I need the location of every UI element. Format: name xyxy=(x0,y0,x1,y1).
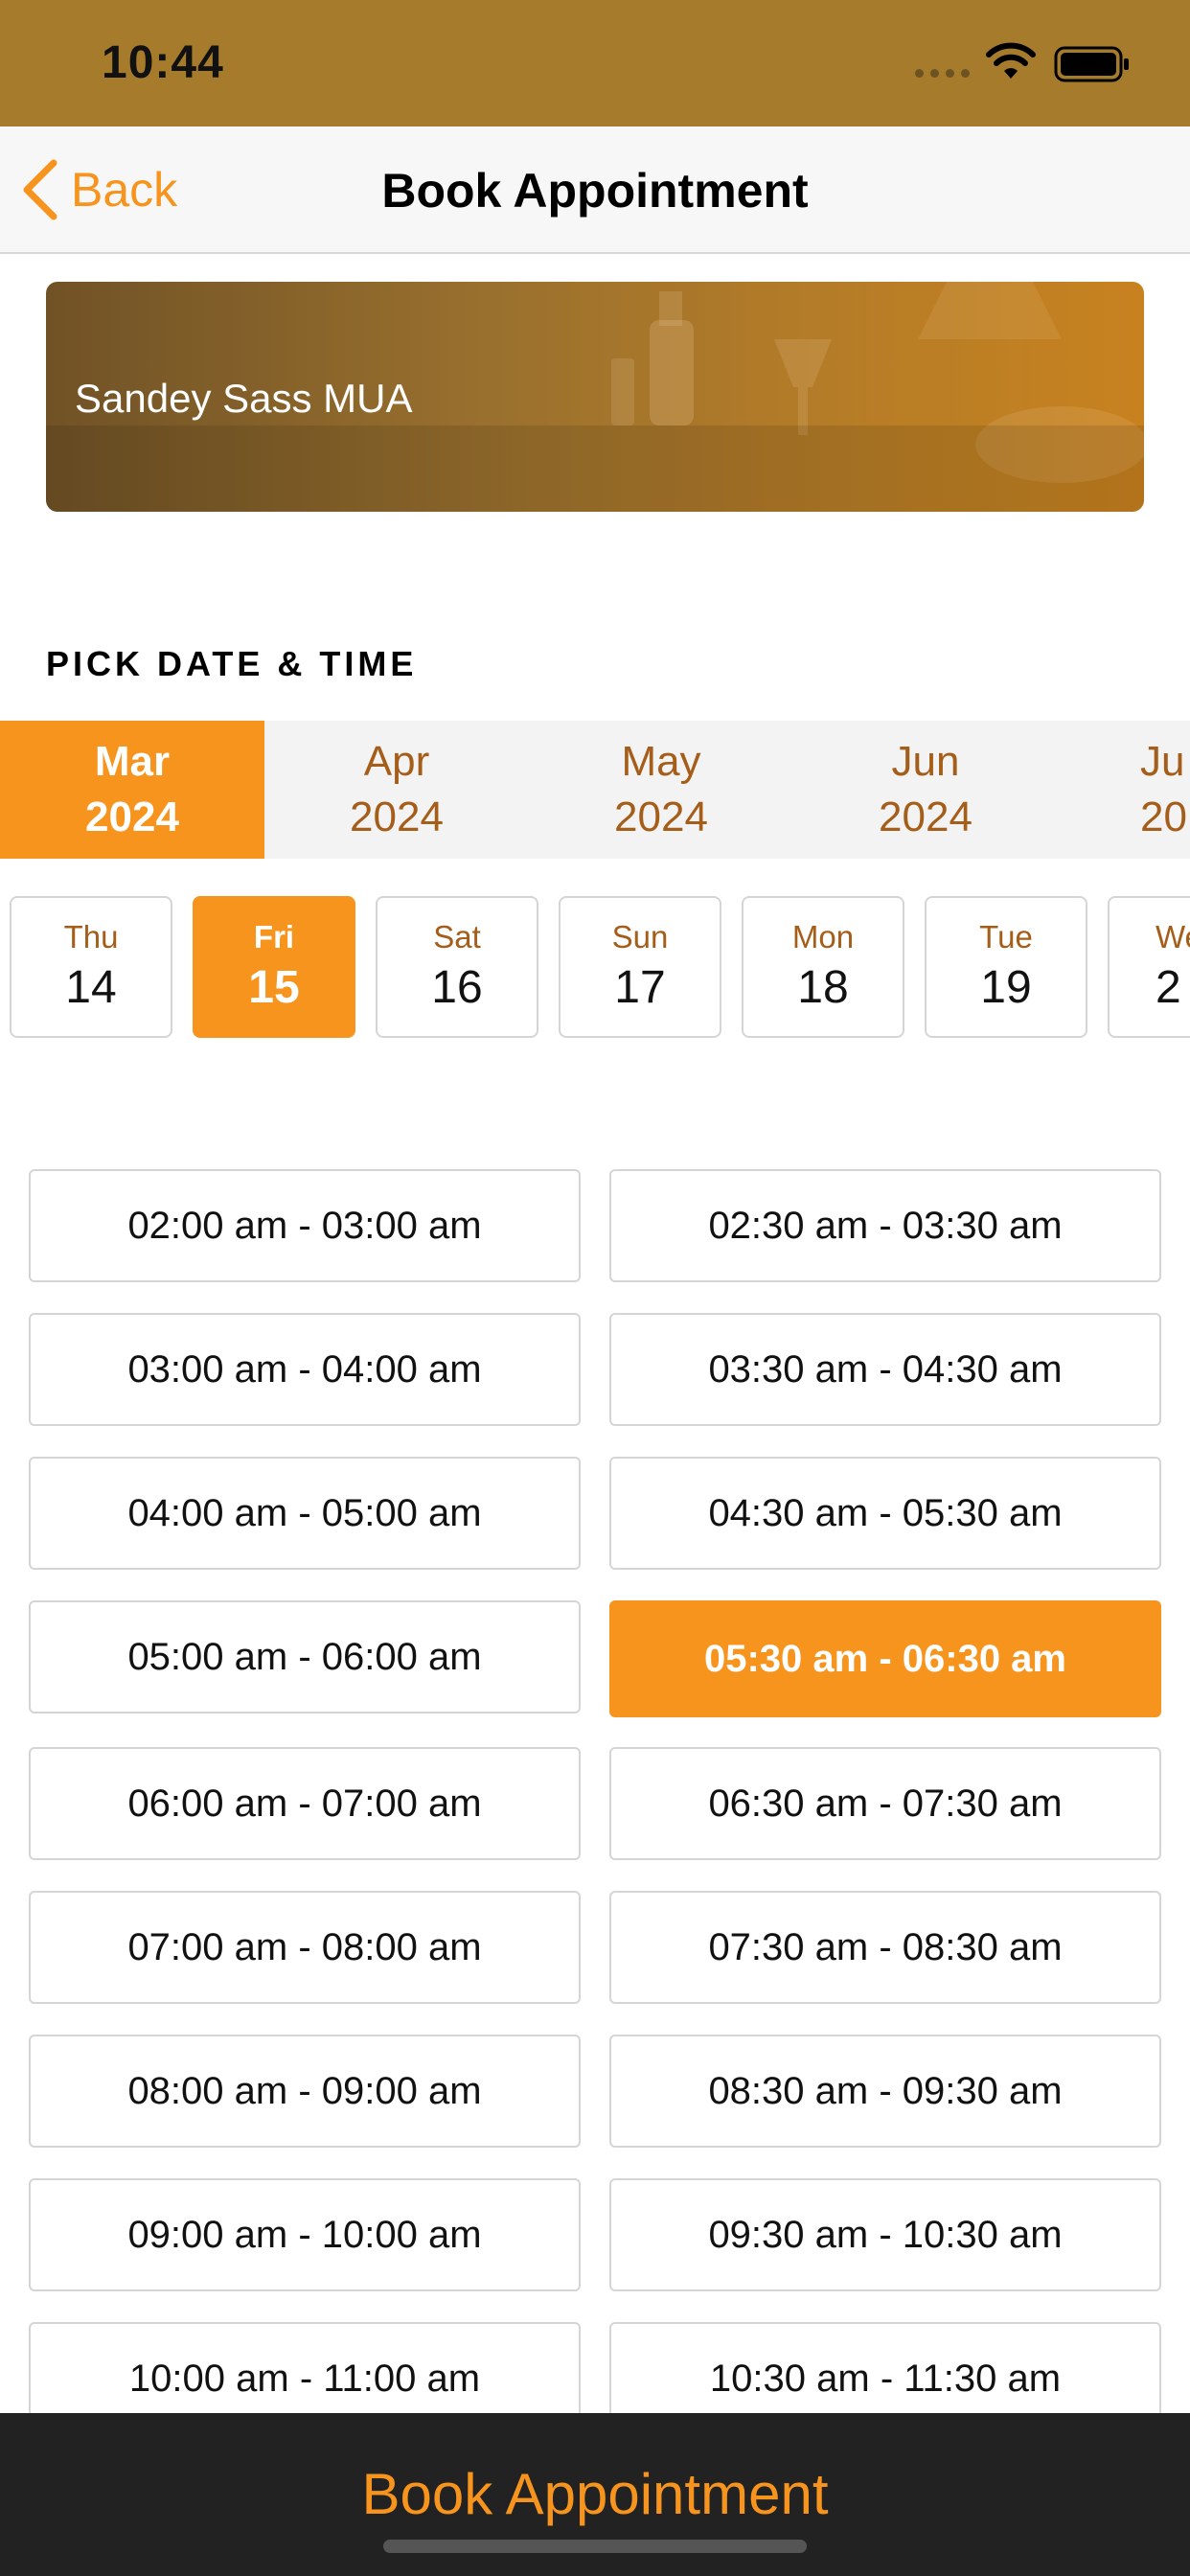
time-slot[interactable]: 02:30 am - 03:30 am xyxy=(609,1169,1161,1282)
month-name: May xyxy=(621,738,701,785)
month-year: 20 xyxy=(1140,794,1187,840)
status-time: 10:44 xyxy=(102,37,224,88)
day-selector: Thu 14 Fri 15 Sat 16 Sun 17 Mon 18 Tue 1… xyxy=(0,896,1190,1040)
wifi-icon xyxy=(986,42,1036,79)
cellular-signal-icon xyxy=(915,69,971,79)
provider-banner: Sandey Sass MUA xyxy=(46,282,1144,512)
day-item[interactable]: Sat 16 xyxy=(376,896,538,1038)
month-item[interactable]: May 2024 xyxy=(529,721,793,859)
back-label: Back xyxy=(71,163,178,217)
day-name: Tue xyxy=(979,919,1033,954)
month-year: 2024 xyxy=(350,794,444,840)
home-indicator xyxy=(383,2540,807,2553)
time-slot[interactable]: 04:30 am - 05:30 am xyxy=(609,1457,1161,1570)
page-title: Book Appointment xyxy=(381,164,809,218)
time-slot[interactable]: 07:30 am - 08:30 am xyxy=(609,1891,1161,2004)
day-number: 16 xyxy=(431,962,483,1013)
month-name: Jun xyxy=(891,738,960,785)
month-selector: Mar 2024 Apr 2024 May 2024 Jun 2024 Ju 2… xyxy=(0,721,1190,859)
bottom-bar: Book Appointment xyxy=(0,2413,1190,2576)
day-number: 17 xyxy=(614,962,666,1013)
time-slot[interactable]: 08:30 am - 09:30 am xyxy=(609,2035,1161,2148)
time-slot[interactable]: 04:00 am - 05:00 am xyxy=(29,1457,581,1570)
time-slot[interactable]: 06:00 am - 07:00 am xyxy=(29,1747,581,1860)
section-label: PICK DATE & TIME xyxy=(46,644,418,683)
month-name: Apr xyxy=(363,738,430,785)
day-name: Sat xyxy=(433,919,481,954)
day-number: 2 xyxy=(1156,962,1181,1013)
day-number: 14 xyxy=(65,962,117,1013)
book-appointment-button[interactable]: Book Appointment xyxy=(0,2461,1190,2527)
day-name: Sun xyxy=(611,919,669,954)
chevron-left-icon xyxy=(23,159,57,220)
day-item[interactable]: Mon 18 xyxy=(742,896,904,1038)
month-year: 2024 xyxy=(879,794,973,840)
month-name: Ju xyxy=(1140,738,1185,785)
provider-name: Sandey Sass MUA xyxy=(75,376,413,421)
time-slot[interactable]: 03:00 am - 04:00 am xyxy=(29,1313,581,1426)
back-button[interactable]: Back xyxy=(19,155,177,224)
day-item[interactable]: We 2 xyxy=(1108,896,1190,1038)
day-name: Mon xyxy=(791,919,855,954)
time-slot[interactable]: 08:00 am - 09:00 am xyxy=(29,2035,581,2148)
month-year: 2024 xyxy=(85,794,179,840)
time-slot[interactable]: 03:30 am - 04:30 am xyxy=(609,1313,1161,1426)
month-year: 2024 xyxy=(614,794,708,840)
battery-icon xyxy=(1054,46,1129,82)
time-slot[interactable]: 09:00 am - 10:00 am xyxy=(29,2178,581,2291)
time-slot[interactable]: 09:30 am - 10:30 am xyxy=(609,2178,1161,2291)
time-slot[interactable]: 06:30 am - 07:30 am xyxy=(609,1747,1161,1860)
day-name: We xyxy=(1156,919,1190,954)
time-slot[interactable]: 07:00 am - 08:00 am xyxy=(29,1891,581,2004)
month-item[interactable]: Ju 20 xyxy=(1111,721,1190,859)
time-slot[interactable]: 02:00 am - 03:00 am xyxy=(29,1169,581,1282)
day-name: Fri xyxy=(253,919,295,954)
time-slot-selected[interactable]: 05:30 am - 06:30 am xyxy=(609,1600,1161,1717)
day-item[interactable]: Thu 14 xyxy=(10,896,172,1038)
month-name: Mar xyxy=(94,738,171,785)
day-item[interactable]: Tue 19 xyxy=(925,896,1087,1038)
day-number: 19 xyxy=(980,962,1032,1013)
day-number: 15 xyxy=(248,962,300,1013)
day-item[interactable]: Sun 17 xyxy=(559,896,721,1038)
time-slot[interactable]: 05:00 am - 06:00 am xyxy=(29,1600,581,1714)
navigation-bar: Book Appointment Back xyxy=(0,126,1190,254)
status-bar: 10:44 xyxy=(0,0,1190,126)
day-item[interactable]: Fri 15 xyxy=(193,896,355,1038)
day-number: 18 xyxy=(797,962,849,1013)
day-name: Thu xyxy=(63,919,119,954)
month-item[interactable]: Apr 2024 xyxy=(264,721,529,859)
month-item[interactable]: Mar 2024 xyxy=(0,721,264,859)
month-item[interactable]: Jun 2024 xyxy=(793,721,1058,859)
